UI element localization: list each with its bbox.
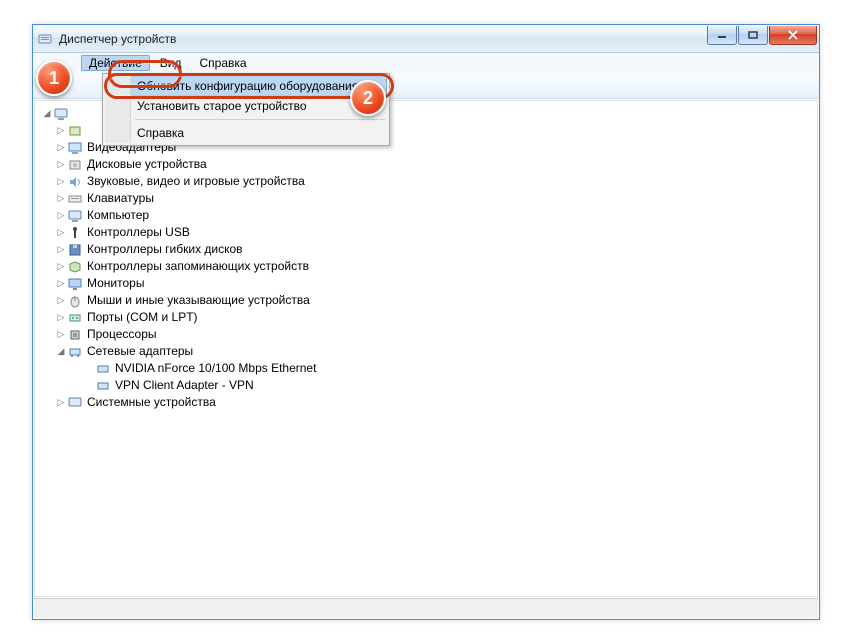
tree-label: Клавиатуры	[87, 190, 154, 207]
device-tree: ◢ ▷ ... ▷Видеоадаптеры▷Дисковые устройст…	[35, 101, 817, 415]
tree-item-nic-0[interactable]: NVIDIA nForce 10/100 Mbps Ethernet	[41, 360, 817, 377]
disk-icon	[67, 157, 83, 173]
callout-2: 2	[350, 80, 386, 116]
device-icon	[67, 123, 83, 139]
tree-label: Порты (COM и LPT)	[87, 309, 198, 326]
tree-pane[interactable]: ◢ ▷ ... ▷Видеоадаптеры▷Дисковые устройст…	[34, 100, 818, 597]
computer-icon	[67, 208, 83, 224]
monitor-icon	[67, 276, 83, 292]
tree-label: Дисковые устройства	[87, 156, 207, 173]
expand-icon[interactable]: ▷	[55, 292, 67, 309]
tree-item[interactable]: ▷ Компьютер	[41, 207, 817, 224]
expand-icon[interactable]: ▷	[55, 224, 67, 241]
window-title: Диспетчер устройств	[59, 32, 707, 46]
computer-icon	[53, 106, 69, 122]
expand-icon[interactable]: ▷	[55, 190, 67, 207]
tree-label: Мыши и иные указывающие устройства	[87, 292, 310, 309]
expand-icon[interactable]: ▷	[55, 173, 67, 190]
expand-icon[interactable]: ▷	[55, 309, 67, 326]
display-icon	[67, 140, 83, 156]
sound-icon	[67, 174, 83, 190]
expand-icon[interactable]: ▷	[55, 394, 67, 411]
tree-item[interactable]: ▷ Контроллеры USB	[41, 224, 817, 241]
tree-item[interactable]: ▷ Клавиатуры	[41, 190, 817, 207]
menu-item-help[interactable]: Справка	[105, 123, 387, 143]
expand-icon[interactable]: ◢	[41, 105, 53, 122]
window-controls	[707, 26, 817, 45]
menu-separator	[135, 119, 385, 120]
mouse-icon	[67, 293, 83, 309]
tree-item-nic-1[interactable]: VPN Client Adapter - VPN	[41, 377, 817, 394]
expand-icon[interactable]: ▷	[55, 122, 67, 139]
expand-icon[interactable]: ▷	[55, 139, 67, 156]
tree-item[interactable]: ▷ Звуковые, видео и игровые устройства	[41, 173, 817, 190]
minimize-button[interactable]	[707, 26, 737, 45]
tree-item[interactable]: ▷ Мыши и иные указывающие устройства	[41, 292, 817, 309]
storage-icon	[67, 259, 83, 275]
tree-label: Контроллеры гибких дисков	[87, 241, 243, 258]
usb-icon	[67, 225, 83, 241]
collapse-icon[interactable]: ◢	[55, 343, 67, 360]
tree-item[interactable]: ▷ Дисковые устройства	[41, 156, 817, 173]
tree-item[interactable]: ▷ Контроллеры гибких дисков	[41, 241, 817, 258]
tree-label: Звуковые, видео и игровые устройства	[87, 173, 305, 190]
cpu-icon	[67, 327, 83, 343]
callout-1: 1	[36, 60, 72, 96]
tree-label: Компьютер	[87, 207, 149, 224]
tree-label: NVIDIA nForce 10/100 Mbps Ethernet	[115, 360, 316, 377]
tree-label: Системные устройства	[87, 394, 216, 411]
titlebar[interactable]: Диспетчер устройств	[33, 25, 819, 53]
close-button[interactable]	[769, 26, 817, 45]
nic-icon	[95, 361, 111, 377]
tree-label: Сетевые адаптеры	[87, 343, 193, 360]
tree-item[interactable]: ▷ Порты (COM и LPT)	[41, 309, 817, 326]
tree-item-network[interactable]: ◢ Сетевые адаптеры	[41, 343, 817, 360]
menu-item-refresh-hardware[interactable]: Обновить конфигурацию оборудования	[105, 76, 387, 96]
tree-label: Контроллеры запоминающих устройств	[87, 258, 309, 275]
expand-icon[interactable]: ▷	[55, 241, 67, 258]
menu-action[interactable]: Действие	[81, 55, 150, 71]
expand-icon[interactable]: ▷	[55, 326, 67, 343]
tree-label: VPN Client Adapter - VPN	[115, 377, 254, 394]
action-menu-dropdown: Обновить конфигурацию оборудования Устан…	[102, 73, 390, 146]
tree-label: ...	[87, 122, 97, 139]
menu-gutter	[105, 76, 131, 143]
expand-icon[interactable]: ▷	[55, 156, 67, 173]
tree-item[interactable]: ▷ Мониторы	[41, 275, 817, 292]
maximize-button[interactable]	[738, 26, 768, 45]
system-icon	[67, 395, 83, 411]
tree-label: Мониторы	[87, 275, 144, 292]
menu-view[interactable]: Вид	[152, 55, 190, 71]
expand-icon[interactable]: ▷	[55, 207, 67, 224]
menu-item-install-legacy[interactable]: Установить старое устройство	[105, 96, 387, 116]
port-icon	[67, 310, 83, 326]
floppy-icon	[67, 242, 83, 258]
tree-item-system[interactable]: ▷ Системные устройства	[41, 394, 817, 411]
keyboard-icon	[67, 191, 83, 207]
tree-label: Контроллеры USB	[87, 224, 190, 241]
expand-icon[interactable]: ▷	[55, 275, 67, 292]
tree-item[interactable]: ▷ Контроллеры запоминающих устройств	[41, 258, 817, 275]
statusbar	[34, 598, 818, 618]
nic-icon	[95, 378, 111, 394]
network-icon	[67, 344, 83, 360]
app-icon	[37, 31, 53, 47]
tree-item[interactable]: ▷ Процессоры	[41, 326, 817, 343]
menu-help[interactable]: Справка	[191, 55, 254, 71]
expand-icon[interactable]: ▷	[55, 258, 67, 275]
menubar: Действие Вид Справка	[33, 53, 819, 73]
tree-label: Процессоры	[87, 326, 157, 343]
